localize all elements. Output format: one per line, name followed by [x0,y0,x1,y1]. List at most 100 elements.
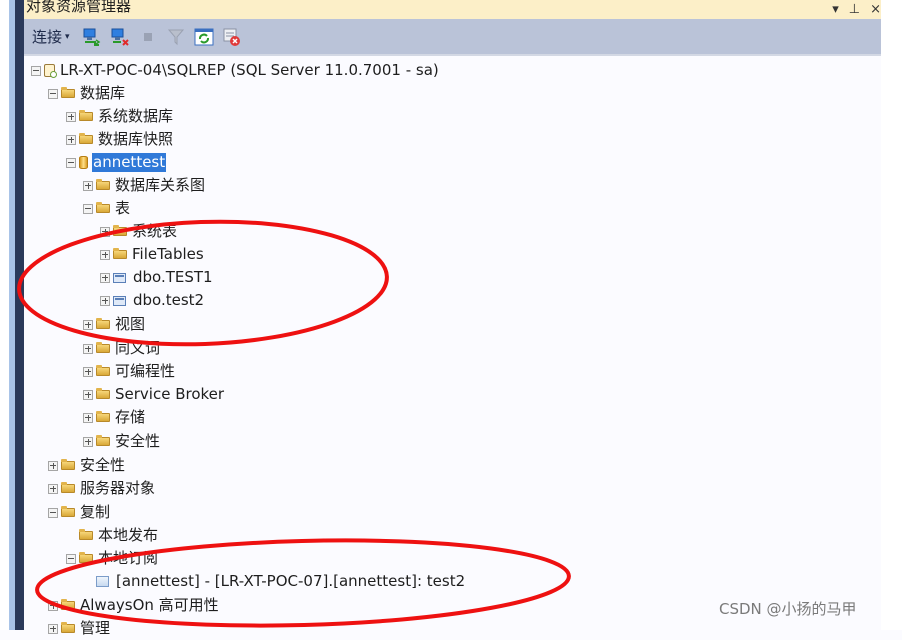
summary-close-icon[interactable] [222,27,242,47]
connect-label: 连接 [32,28,63,46]
expand-toggle[interactable] [66,134,76,145]
folder-icon [61,599,75,610]
tree-node-label[interactable]: 存储 [114,408,146,427]
tree-node-database-diagrams[interactable]: 数据库关系图 [83,174,206,197]
folder-icon [61,482,75,493]
tree-node-label[interactable]: 安全性 [114,432,161,451]
tree-node-label[interactable]: dbo.TEST1 [132,268,214,287]
folder-icon [96,411,110,422]
folder-icon [79,529,93,540]
tree-node-dbo-test1[interactable]: dbo.TEST1 [100,266,214,289]
collapse-toggle[interactable] [66,553,76,564]
folder-icon [96,202,110,213]
close-icon[interactable]: × [870,2,881,17]
tree-node-label[interactable]: LR-XT-POC-04\SQLREP (SQL Server 11.0.700… [59,61,440,80]
tree-node-views[interactable]: 视图 [83,313,146,336]
collapse-toggle[interactable] [48,507,58,518]
tree-node-synonyms[interactable]: 同义词 [83,337,161,360]
expand-toggle[interactable] [48,600,58,611]
refresh-icon[interactable] [194,27,214,47]
tree-node-alwayson[interactable]: AlwaysOn 高可用性 [48,594,220,617]
disconnect-icon[interactable] [110,27,130,47]
table-icon [113,295,126,306]
tree-node-label[interactable]: 表 [114,199,131,218]
tree-node-label[interactable]: 数据库快照 [97,130,174,149]
tree-node-tables[interactable]: 表 [83,197,131,220]
expand-toggle[interactable] [100,226,110,237]
tree-node-filetables[interactable]: FileTables [100,243,205,266]
folder-icon [96,365,110,376]
filter-icon[interactable] [166,27,186,47]
tree-node-label[interactable]: 本地订阅 [97,549,159,568]
expand-toggle[interactable] [48,460,58,471]
tree-node-database-snapshots[interactable]: 数据库快照 [66,128,174,151]
tree-node-subscription[interactable]: [annettest] - [LR-XT-POC-07].[annettest]… [83,570,466,593]
left-window-frame [0,0,24,630]
tree-node-label[interactable]: annettest [92,153,167,172]
tree-node-local-publications[interactable]: 本地发布 [66,524,159,547]
expand-toggle[interactable] [48,483,58,494]
tree-node-replication[interactable]: 复制 [48,501,111,524]
folder-icon [96,318,110,329]
window-position-dropdown-icon[interactable]: ▾ [832,2,839,17]
expand-toggle[interactable] [48,623,58,634]
tree-node-label[interactable]: dbo.test2 [132,291,205,310]
tree-node-service-broker[interactable]: Service Broker [83,383,225,406]
tree-node-label[interactable]: 可编程性 [114,362,176,381]
tree-node-label[interactable]: 复制 [79,503,111,522]
stop-icon[interactable] [138,27,158,47]
tree-node-programmability[interactable]: 可编程性 [83,360,176,383]
expand-toggle[interactable] [83,180,93,191]
folder-icon [113,248,127,259]
tree-node-label[interactable]: 视图 [114,315,146,334]
tree-node-label[interactable]: 服务器对象 [79,479,156,498]
tree-node-label[interactable]: 安全性 [79,456,126,475]
expand-toggle[interactable] [83,436,93,447]
tree-node-label[interactable]: 系统数据库 [97,107,174,126]
expand-toggle[interactable] [66,111,76,122]
tree-node-storage[interactable]: 存储 [83,406,146,429]
tree-node-label[interactable]: FileTables [131,245,205,264]
expand-toggle[interactable] [100,272,110,283]
folder-icon [96,435,110,446]
expand-toggle[interactable] [83,343,93,354]
expand-toggle[interactable] [83,412,93,423]
tree-node-label[interactable]: 数据库关系图 [114,176,206,195]
tree-node-db-security[interactable]: 安全性 [83,430,161,453]
auto-hide-pin-icon[interactable]: ⊥ [849,2,860,17]
expand-toggle[interactable] [83,389,93,400]
tree-node-system-tables[interactable]: 系统表 [100,220,178,243]
tree-node-security[interactable]: 安全性 [48,454,126,477]
folder-icon [61,87,75,98]
tree-node-label[interactable]: 管理 [79,619,111,638]
connect-object-explorer-icon[interactable] [82,27,102,47]
subscription-icon [96,576,109,587]
tree-node-annettest[interactable]: annettest [66,151,167,174]
tree-node-server-objects[interactable]: 服务器对象 [48,477,156,500]
expand-toggle[interactable] [83,319,93,330]
tree-node-management[interactable]: 管理 [48,617,111,640]
frame-edge-dark [15,0,24,630]
collapse-toggle[interactable] [83,203,93,214]
tree-node-label[interactable]: 本地发布 [97,526,159,545]
tree-node-label[interactable]: AlwaysOn 高可用性 [79,596,220,615]
tree-node-label[interactable]: Service Broker [114,385,225,404]
tree-node-label[interactable]: 数据库 [79,84,126,103]
tree-node-databases[interactable]: 数据库 [48,82,126,105]
collapse-toggle[interactable] [31,65,41,76]
expand-toggle[interactable] [83,366,93,377]
tree-node-dbo-test2[interactable]: dbo.test2 [100,289,205,312]
expand-toggle[interactable] [100,249,110,260]
tree-node-system-databases[interactable]: 系统数据库 [66,105,174,128]
collapse-toggle[interactable] [66,157,76,168]
tree-node-label[interactable]: 同义词 [114,339,161,358]
tree-node-local-subscriptions[interactable]: 本地订阅 [66,547,159,570]
expand-toggle[interactable] [100,295,110,306]
tree-node-label[interactable]: [annettest] - [LR-XT-POC-07].[annettest]… [115,572,466,591]
collapse-toggle[interactable] [48,88,58,99]
tree-node-server[interactable]: LR-XT-POC-04\SQLREP (SQL Server 11.0.700… [31,59,440,82]
folder-icon [96,388,110,399]
explorer-toolbar: 连接 ▾ [24,19,881,56]
tree-node-label[interactable]: 系统表 [131,222,178,241]
connect-dropdown-button[interactable]: 连接 ▾ [32,26,70,47]
